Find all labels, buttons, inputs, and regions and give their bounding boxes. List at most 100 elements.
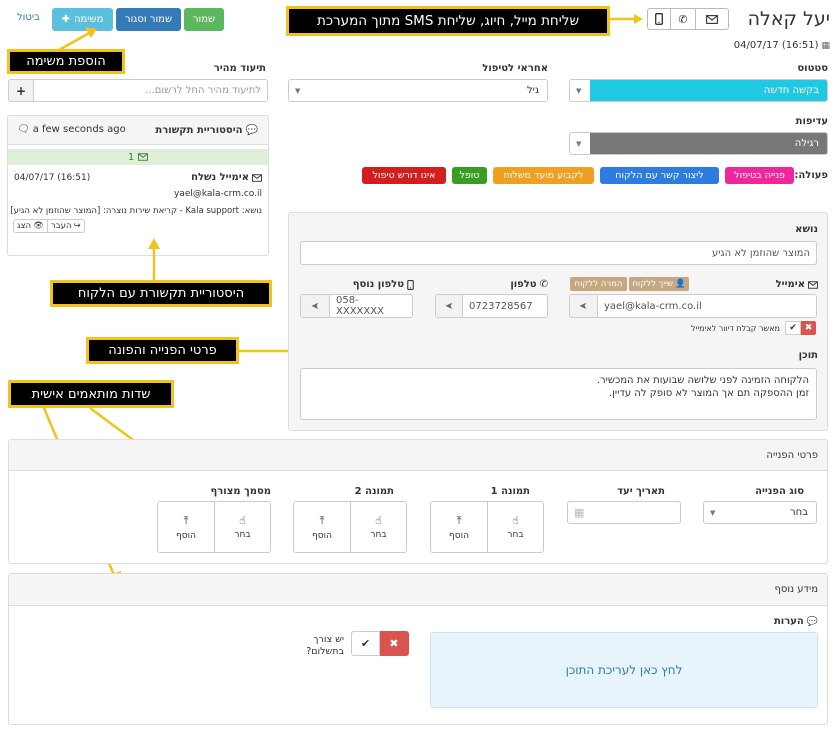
extra-info-header: [9, 574, 827, 606]
email-label-text: אימייל: [775, 279, 805, 290]
extra-info-title: מידע נוסף: [774, 584, 818, 595]
email-button[interactable]: [695, 8, 729, 30]
inquiry-type-select[interactable]: בחר ▼: [703, 501, 817, 524]
user-icon: 👤: [675, 279, 686, 289]
image1-choose-label: בחר: [507, 530, 524, 540]
calendar-icon: ▦: [821, 40, 830, 51]
quick-note-add-button[interactable]: +: [8, 79, 34, 102]
chevron-down-icon: ▼: [576, 139, 582, 148]
upload-icon: ⤒: [456, 513, 462, 527]
payment-needed-yes[interactable]: ✔: [351, 631, 380, 656]
envelope-icon: [808, 280, 818, 289]
attachment-choose-label: בחר: [234, 530, 251, 540]
plus-icon: ✚: [61, 13, 70, 25]
save-button[interactable]: שמור: [184, 8, 224, 31]
content-label: תוכן: [798, 350, 818, 361]
save-close-label: שמור וסגור: [124, 14, 173, 25]
responsible-value: גיל: [526, 85, 539, 96]
inquiry-details-header: [9, 440, 827, 471]
view-button[interactable]: 👁 הצג: [14, 220, 48, 232]
image2-choose-button[interactable]: ☝ בחר: [350, 501, 407, 553]
attachment-upload-button[interactable]: ⤒ הוסף: [157, 501, 215, 553]
payment-needed-label-line-2: בתשלום?: [306, 646, 344, 657]
phone2-label: טלפון נוסף: [353, 279, 414, 290]
phone2-label-text: טלפון נוסף: [352, 279, 404, 290]
chevron-down-icon: ▼: [710, 508, 716, 517]
calendar-icon: ▦: [574, 506, 585, 519]
upload-icon: ⤒: [319, 513, 325, 527]
quick-note-input[interactable]: לתיעוד מהיר החל לרשום...: [33, 79, 268, 102]
inquiry-type-label: סוג הפנייה: [755, 486, 804, 497]
hand-pointer-icon: ☝: [375, 514, 382, 527]
notes-label: 💬 הערות: [774, 616, 818, 627]
action-tag-in-progress[interactable]: פנייה בטיפול: [725, 167, 794, 184]
save-label: שמור: [192, 14, 216, 25]
history-panel: 💬 היסטוריית תקשורת 🗨 a few seconds ago 1…: [7, 115, 269, 256]
hand-pointer-icon: ☝: [512, 514, 519, 527]
history-count-bar[interactable]: 1: [8, 149, 268, 165]
email-input[interactable]: yael@kala-crm.co.il: [597, 294, 817, 318]
status-label: סטטוס: [797, 63, 828, 74]
view-label: הצג: [17, 221, 32, 231]
history-title-text: היסטוריית תקשורת: [155, 125, 243, 136]
history-item-email: yael@kala-crm.co.il: [174, 189, 262, 199]
envelope-icon: [706, 14, 718, 24]
notes-editor[interactable]: לחץ כאן לעריכת התוכן: [430, 632, 818, 708]
envelope-icon: [252, 173, 262, 182]
mobile-phone-icon: [655, 13, 663, 25]
action-tag-schedule-delivery[interactable]: לקבוע מועד משלוח: [493, 167, 594, 184]
assign-customer-button[interactable]: 👤 שייך ללקוח: [629, 277, 689, 291]
content-textarea[interactable]: הלקוחה הזמינה לפני שלושה שבועות את המכשי…: [300, 368, 817, 420]
attachment-choose-button[interactable]: ☝ בחר: [214, 501, 271, 553]
image2-choose-label: בחר: [370, 530, 387, 540]
email-send-addon[interactable]: ➤: [569, 294, 598, 318]
content-line-2: זמן ההספקה תם אך המוצר לא סופק לה עדיין.: [609, 388, 809, 399]
inquiry-details-title: פרטי הפנייה: [766, 450, 818, 461]
subject-label: נושא: [795, 224, 818, 235]
send-icon: ➤: [579, 300, 588, 312]
phone-icon: ✆: [539, 279, 548, 290]
forward-button[interactable]: ↪ העבר: [48, 220, 84, 232]
save-close-button[interactable]: שמור וסגור: [116, 8, 181, 31]
mailing-consent-yes[interactable]: ✔: [785, 321, 801, 335]
sms-button[interactable]: [647, 8, 671, 30]
image1-upload-button[interactable]: ⤒ הוסף: [430, 501, 488, 553]
mailing-consent-no[interactable]: ✖: [801, 321, 816, 335]
chevron-down-icon: ▼: [576, 86, 582, 95]
notes-label-text: הערות: [773, 616, 804, 627]
image2-label: תמונה 2: [354, 486, 394, 497]
action-tag-no-handling[interactable]: אינו דורש טיפול: [362, 167, 446, 184]
due-date-input[interactable]: ▦: [567, 501, 681, 524]
attachment-label: מסמך מצורף: [210, 486, 272, 497]
convert-customer-button[interactable]: המרה ללקוח: [570, 277, 627, 291]
phone-send-addon[interactable]: ➤: [435, 294, 463, 318]
phone-input[interactable]: 0723728567: [462, 294, 548, 318]
image1-choose-button[interactable]: ☝ בחר: [487, 501, 544, 553]
image2-upload-label: הוסף: [312, 530, 332, 541]
callout-communication: שליחת מייל, חיוג, שליחת SMS מתוך המערכת: [286, 6, 610, 36]
status-select[interactable]: בקשה חדשה ▼: [569, 79, 828, 102]
phone-label-text: טלפון: [510, 279, 537, 290]
payment-needed-no[interactable]: ✖: [379, 631, 409, 656]
action-tag-handled[interactable]: טופל: [452, 167, 487, 184]
phone2-send-addon[interactable]: ➤: [300, 294, 330, 318]
due-date-label: תאריך יעד: [617, 486, 665, 497]
image2-upload-button[interactable]: ⤒ הוסף: [293, 501, 351, 553]
inquiry-type-value: בחר: [790, 507, 808, 518]
hand-pointer-icon: ☝: [239, 514, 246, 527]
phone2-input[interactable]: 058-XXXXXXX: [329, 294, 413, 318]
cancel-link[interactable]: ביטול: [17, 12, 40, 23]
created-date-text: 04/07/17 (16:51): [733, 40, 819, 51]
priority-value: רגילה: [590, 133, 827, 154]
action-tag-contact-customer[interactable]: ליצור קשר עם הלקוח: [600, 167, 719, 184]
callout-arrow-communication: [610, 14, 643, 24]
callout-add-task: הוספת משימה: [7, 49, 125, 74]
subject-input[interactable]: המוצר שהוזמן לא הגיע: [300, 241, 817, 265]
history-item-date: 04/07/17 (16:51): [14, 173, 91, 183]
mailing-consent-label: מאשר קבלת דיוור לאימייל: [691, 324, 780, 333]
responsible-select[interactable]: גיל ▼: [288, 79, 548, 102]
priority-select[interactable]: רגילה ▼: [569, 132, 828, 155]
actions-label: פעולה:: [794, 170, 828, 181]
content-line-1: הלקוחה הזמינה לפני שלושה שבועות את המכשי…: [596, 375, 809, 386]
call-button[interactable]: ✆: [670, 8, 696, 30]
